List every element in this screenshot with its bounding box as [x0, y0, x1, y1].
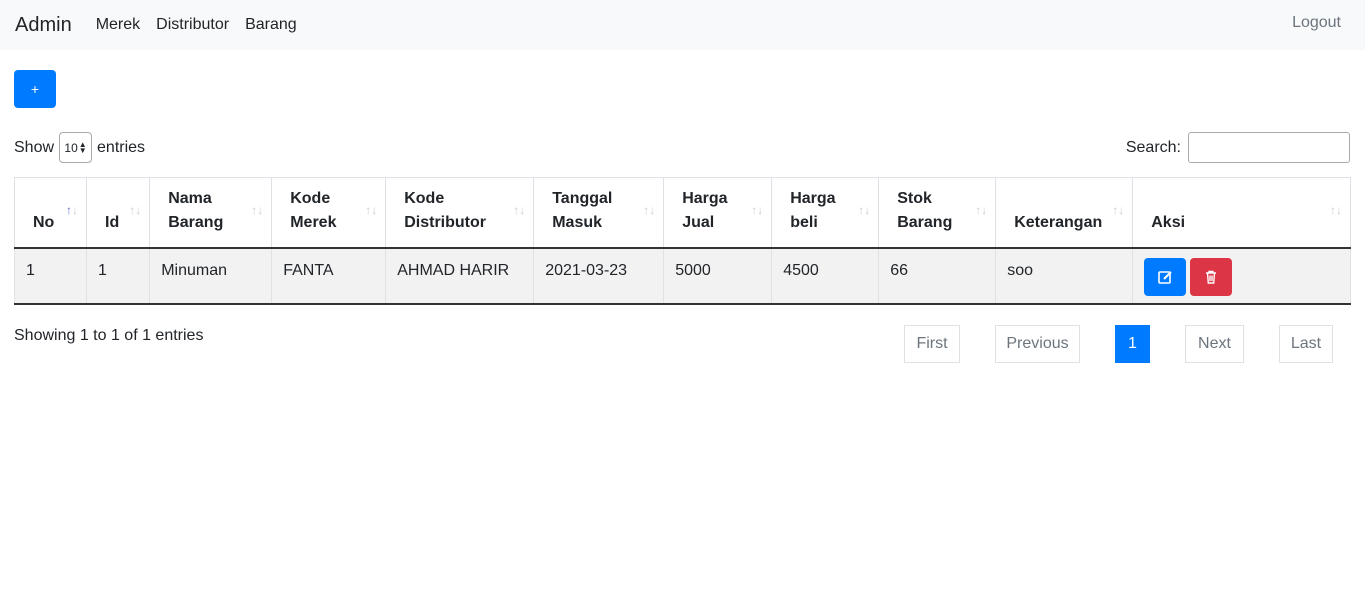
- cell-keterangan: soo: [995, 247, 1133, 305]
- pagination-next[interactable]: Next: [1185, 325, 1244, 363]
- edit-button[interactable]: [1144, 257, 1187, 296]
- column-header-kode-merek[interactable]: Kode Merek ↑↓: [271, 177, 386, 249]
- sort-icon: ↑↓: [365, 203, 378, 217]
- column-header-id[interactable]: Id ↑↓: [85, 177, 150, 249]
- cell-kode-distributor: AHMAD HARIR: [385, 247, 534, 305]
- edit-icon: [1158, 270, 1172, 284]
- updown-icon: ▲ ▼: [78, 139, 87, 155]
- cell-stok-barang: 66: [878, 247, 996, 305]
- length-value: 10: [64, 140, 78, 155]
- column-header-keterangan[interactable]: Keterangan ↑↓: [995, 177, 1133, 249]
- nav-link-distributor[interactable]: Distributor: [156, 16, 229, 34]
- sort-asc-icon: ↑↓: [66, 203, 78, 217]
- table-row: 1 1 Minuman FANTA AHMAD HARIR 2021-03-23…: [14, 247, 1351, 305]
- column-header-kode-distributor[interactable]: Kode Distributor ↑↓: [385, 177, 534, 249]
- column-header-nama-barang[interactable]: Nama Barang ↑↓: [149, 177, 272, 249]
- cell-nama-barang: Minuman: [149, 247, 272, 305]
- add-button[interactable]: +: [14, 70, 56, 108]
- length-suffix: entries: [97, 138, 146, 156]
- length-select[interactable]: 10 ▲ ▼: [59, 132, 93, 163]
- length-prefix: Show: [14, 138, 55, 156]
- sort-icon: ↑↓: [643, 203, 656, 217]
- column-header-stok-barang[interactable]: Stok Barang ↑↓: [878, 177, 996, 249]
- cell-no: 1: [14, 247, 87, 305]
- sort-icon: ↑↓: [975, 203, 988, 217]
- column-header-tanggal-masuk[interactable]: Tanggal Masuk ↑↓: [533, 177, 664, 249]
- pagination-page-1[interactable]: 1: [1115, 325, 1150, 363]
- sort-icon: ↑↓: [513, 203, 526, 217]
- navbar: Admin Merek Distributor Barang Logout: [0, 0, 1365, 50]
- cell-id: 1: [85, 247, 150, 305]
- entries-length: Show 10 ▲ ▼ entries: [14, 132, 145, 163]
- pagination-first[interactable]: First: [904, 325, 960, 363]
- sort-icon: ↑↓: [1112, 203, 1125, 217]
- search-filter: Search:: [1126, 132, 1350, 163]
- search-input[interactable]: [1188, 132, 1350, 163]
- cell-harga-beli: 4500: [771, 247, 879, 305]
- pagination-previous[interactable]: Previous: [995, 325, 1080, 363]
- brand[interactable]: Admin: [15, 14, 72, 37]
- trash-icon: [1206, 270, 1217, 284]
- cell-kode-merek: FANTA: [271, 247, 386, 305]
- sort-icon: ↑↓: [129, 203, 142, 217]
- delete-button[interactable]: [1190, 257, 1233, 296]
- table-header-row: No ↑↓ Id ↑↓ Nama Barang ↑↓ Kode Merek ↑↓ Kode D…: [14, 177, 1351, 249]
- data-table: No ↑↓ Id ↑↓ Nama Barang ↑↓ Kode Merek ↑↓ Kode D…: [14, 177, 1351, 305]
- sort-icon: ↑↓: [751, 203, 764, 217]
- column-header-harga-jual[interactable]: Harga Jual ↑↓: [663, 177, 772, 249]
- sort-icon: ↑↓: [858, 203, 871, 217]
- cell-aksi: [1132, 247, 1351, 305]
- cell-tanggal-masuk: 2021-03-23: [533, 247, 664, 305]
- column-header-harga-beli[interactable]: Harga beli ↑↓: [771, 177, 879, 249]
- sort-icon: ↑↓: [251, 203, 264, 217]
- logout-link[interactable]: Logout: [1292, 14, 1341, 32]
- column-header-aksi[interactable]: Aksi ↑↓: [1132, 177, 1351, 249]
- column-header-no[interactable]: No ↑↓: [14, 177, 87, 249]
- search-label: Search:: [1125, 138, 1181, 156]
- cell-harga-jual: 5000: [663, 247, 772, 305]
- table-info: Showing 1 to 1 of 1 entries: [14, 327, 204, 344]
- nav-link-barang[interactable]: Barang: [245, 16, 297, 34]
- pagination-last[interactable]: Last: [1279, 325, 1333, 363]
- nav-link-merek[interactable]: Merek: [96, 16, 140, 34]
- sort-icon: ↑↓: [1330, 203, 1342, 217]
